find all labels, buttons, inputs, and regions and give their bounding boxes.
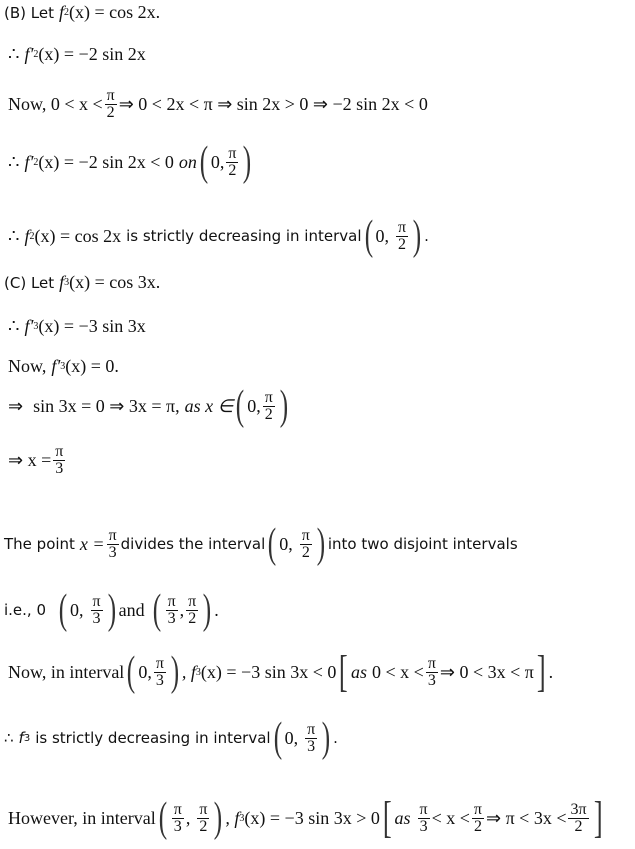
interval: (0, π 3): [58, 587, 116, 633]
interval: (π 3, π 2): [158, 795, 223, 841]
fraction: π2: [104, 87, 117, 121]
interval: (0, π 2): [199, 139, 252, 185]
therefore-symbol: ∴: [8, 151, 20, 172]
part-c-solve: ⇒ sin 3x = 0 ⇒ 3x = π, as x ∈ (0, π 2): [8, 383, 291, 429]
therefore-symbol: ∴: [4, 729, 14, 747]
part-c-derivative: ∴ f′ 3 (x) = −3 sin 3x: [8, 316, 146, 337]
part-b-derivative: ∴ f′ 2 (x) = −2 sin 2x: [8, 44, 146, 65]
part-b-negative-derivative: ∴ f′ 2 (x) = −2 sin 2x < 0 on (0, π 2): [8, 139, 254, 185]
part-c-zero: Now, f′ 3 (x) = 0.: [8, 356, 119, 377]
sentence-text: The point: [4, 535, 75, 553]
interval: (0, π 3): [273, 715, 331, 761]
function-name: f′: [24, 316, 34, 336]
interval: (0, π 2): [236, 383, 289, 429]
part-c-first-interval: Now, in interval (0, π 3) , f3 (x) = −3 si…: [8, 647, 554, 696]
part-c-divides: The point x = π3 divides the interval (0…: [4, 521, 518, 567]
equation: (x) = −3 sin 3x < 0: [200, 661, 337, 682]
equation: (x) = cos 2x.: [68, 2, 161, 22]
part-b-heading: (B) Let: [4, 3, 54, 22]
part-b-definition: (B) Let f2 (x) = cos 2x.: [4, 2, 160, 23]
equation: (x) = −2 sin 2x < 0: [38, 151, 174, 172]
fraction: π3: [53, 443, 66, 477]
function-name: f′: [51, 356, 61, 376]
part-b-conclusion: ∴ f2 (x) = cos 2x is strictly decreasing…: [8, 213, 429, 259]
part-c-heading: (C) Let: [4, 273, 55, 292]
sentence-text: into two disjoint intervals: [327, 535, 518, 553]
period: .: [424, 227, 429, 245]
fraction: π3: [106, 526, 119, 561]
equation: (x) = cos 2x: [34, 225, 122, 246]
inequality-text: ⇒ 0 < 2x < π ⇒ sin 2x > 0 ⇒ −2 sin 2x < …: [118, 94, 428, 114]
therefore-symbol: ∴: [8, 225, 20, 246]
conclusion-text: is strictly decreasing in interval: [35, 729, 271, 747]
interval: (0, π 3): [127, 649, 180, 695]
equation: ⇒ x =: [8, 450, 52, 470]
equation: (x) = 0.: [65, 356, 119, 376]
part-b-inequality: Now, 0 < x < π2 ⇒ 0 < 2x < π ⇒ sin 2x > …: [8, 88, 428, 121]
and-text: and: [118, 599, 145, 620]
sentence-text: However, in interval: [8, 807, 156, 828]
equation: (x) = −2 sin 2x: [38, 44, 146, 64]
part-c-ie: i.e., 0 (0, π 3) and (π 3, π 2) .: [4, 587, 219, 633]
therefore-symbol: ∴: [8, 44, 20, 64]
interval: (0, π 2): [364, 213, 422, 259]
equation: (x) = −3 sin 3x: [38, 316, 146, 336]
equation: (x) = −3 sin 3x > 0: [244, 807, 380, 828]
sentence-text: divides the interval: [120, 535, 266, 553]
part-c-root: ⇒ x = π3: [8, 444, 67, 477]
implies-symbol: ⇒: [8, 395, 24, 416]
conclusion-text: is strictly decreasing in interval: [126, 227, 362, 245]
period: .: [214, 599, 219, 620]
equation: sin 3x = 0 ⇒ 3x = π,: [33, 395, 180, 416]
subscript: 3: [23, 732, 31, 744]
interval: (0, π 2): [268, 521, 326, 567]
function-name: , f: [181, 661, 196, 682]
function-name: f′: [24, 151, 34, 172]
part-c-definition: (C) Let f3 (x) = cos 3x.: [4, 272, 160, 293]
inequality-text: Now, 0 < x <: [8, 94, 103, 114]
ie-text: i.e., 0: [4, 601, 47, 619]
as-text: as x ∈: [184, 395, 234, 416]
equation: (x) = cos 3x.: [69, 272, 161, 292]
period: .: [548, 661, 554, 682]
condition-bracket: [as π 3 < x < π 2 ⇒ π < 3x <3π 2]: [382, 793, 603, 842]
sentence-text: Now, in interval: [8, 661, 125, 682]
equation: x =: [79, 533, 105, 554]
part-c-second-interval: However, in interval (π 3, π 2) , f3 (x) = …: [8, 793, 605, 842]
interval: (π 3, π 2): [152, 587, 212, 633]
on-text: on: [178, 151, 197, 172]
condition-bracket: [as 0 < x < π 3 ⇒ 0 < 3x < π]: [339, 647, 546, 696]
function-name: f′: [24, 44, 34, 64]
function-name: , f: [225, 807, 240, 828]
part-c-decreasing: ∴ f3 is strictly decreasing in interval …: [4, 715, 338, 761]
period: .: [333, 729, 338, 747]
now-text: Now,: [8, 356, 47, 376]
therefore-symbol: ∴: [8, 316, 20, 336]
